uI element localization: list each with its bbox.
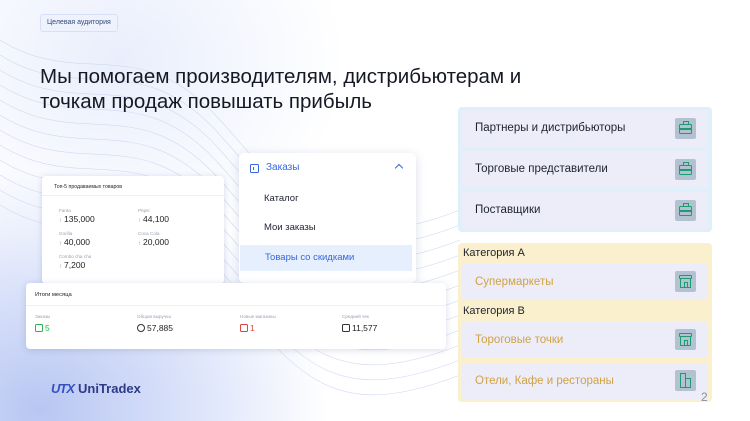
category-item: Супермаркеты xyxy=(462,264,708,300)
divider xyxy=(42,195,224,196)
logo-mark: UTX xyxy=(51,381,75,396)
monthly-summary-card: Итоги месяца Заказы 5 Общая выручка 57,8… xyxy=(26,283,446,349)
trend-arrow-icon: ↑ xyxy=(59,264,62,270)
product-name: Gorilla xyxy=(59,231,73,236)
product-value: ↑ 40,000 xyxy=(59,237,90,247)
top-products-title: Топ-5 продаваемых товаров xyxy=(54,184,122,190)
metric-name: Заказы xyxy=(35,314,51,319)
orders-menu: Заказы Каталог Мои заказы Товары со скид… xyxy=(239,153,416,283)
chevron-up-icon[interactable] xyxy=(394,163,404,173)
store-icon xyxy=(240,324,248,332)
audience-item: Торговые представители xyxy=(462,151,708,188)
page-title-line-1: Мы помогаем производителям, дистрибьютер… xyxy=(40,65,522,88)
category-label: Супермаркеты xyxy=(475,276,554,288)
menu-item-my-orders[interactable]: Мои заказы xyxy=(239,215,416,241)
product-value: ↑ 135,000 xyxy=(59,214,95,224)
product-name: Coca Cola xyxy=(138,231,160,236)
category-b-title: Категория В xyxy=(463,305,525,317)
metric-value: 5 xyxy=(35,323,135,333)
product-name: Combo cha cha xyxy=(59,254,92,259)
metric-revenue: Общая выручка 57,885 xyxy=(137,314,237,333)
audience-item: Поставщики xyxy=(462,192,708,229)
briefcase-icon xyxy=(675,200,696,221)
metric-name: Средний чек xyxy=(342,314,369,319)
metric-value: 57,885 xyxy=(137,323,237,333)
orders-icon xyxy=(35,324,43,332)
receipt-icon xyxy=(342,324,350,332)
audience-item: Партнеры и дистрибьюторы xyxy=(462,110,708,147)
trend-arrow-icon: ↑ xyxy=(138,218,141,224)
metric-orders: Заказы 5 xyxy=(35,314,135,333)
category-item: Тороговые точки xyxy=(462,322,708,358)
metric-value: 1 xyxy=(240,323,340,333)
coin-icon xyxy=(137,324,145,332)
orders-menu-header[interactable]: Заказы xyxy=(239,153,416,183)
unitradex-logo: UTX UniTradex xyxy=(51,381,141,396)
audience-label: Партнеры и дистрибьюторы xyxy=(475,122,626,134)
product-item: Combo cha cha ↑ 7,200 xyxy=(59,254,139,270)
section-tag: Целевая аудитория xyxy=(40,14,118,32)
product-item: Gorilla ↑ 40,000 xyxy=(59,231,139,247)
product-name: Fanta xyxy=(59,208,71,213)
trend-arrow-icon: ↑ xyxy=(138,241,141,247)
product-item: Coca Cola ↑ 20,000 xyxy=(138,231,218,247)
store-icon xyxy=(675,329,696,350)
category-label: Тороговые точки xyxy=(475,334,564,346)
metric-value: 11,577 xyxy=(342,323,442,333)
product-value: ↑ 44,100 xyxy=(138,214,169,224)
trend-arrow-icon: ↑ xyxy=(59,241,62,247)
divider xyxy=(26,305,446,306)
metric-average-check: Средний чек 11,577 xyxy=(342,314,442,333)
category-label: Отели, Кафе и рестораны xyxy=(475,375,614,387)
menu-item-catalog[interactable]: Каталог xyxy=(239,186,416,212)
metric-new-stores: Новые магазины 1 xyxy=(240,314,340,333)
metric-name: Новые магазины xyxy=(240,314,276,319)
audience-label: Торговые представители xyxy=(475,163,608,175)
top-products-card: Топ-5 продаваемых товаров Fanta ↑ 135,000… xyxy=(42,176,224,284)
audience-label: Поставщики xyxy=(475,204,541,216)
product-item: Fanta ↑ 135,000 xyxy=(59,208,139,224)
monthly-summary-title: Итоги месяца xyxy=(35,292,72,298)
trend-arrow-icon: ↑ xyxy=(59,218,62,224)
logo-text: UniTradex xyxy=(78,381,141,396)
menu-item-discounted-goods[interactable]: Товары со скидками xyxy=(240,245,412,271)
building-icon xyxy=(675,370,696,391)
orders-menu-label: Заказы xyxy=(266,162,300,173)
product-name: Pepsi xyxy=(138,208,150,213)
briefcase-icon xyxy=(675,159,696,180)
product-value: ↑ 7,200 xyxy=(59,260,86,270)
category-item: Отели, Кафе и рестораны xyxy=(462,363,708,399)
briefcase-icon xyxy=(675,118,696,139)
product-item: Pepsi ↑ 44,100 xyxy=(138,208,218,224)
metric-name: Общая выручка xyxy=(137,314,171,319)
category-a-title: Категория А xyxy=(463,247,525,259)
orders-icon xyxy=(250,164,259,173)
store-icon xyxy=(675,271,696,292)
page-number: 2 xyxy=(701,390,708,404)
product-value: ↑ 20,000 xyxy=(138,237,169,247)
